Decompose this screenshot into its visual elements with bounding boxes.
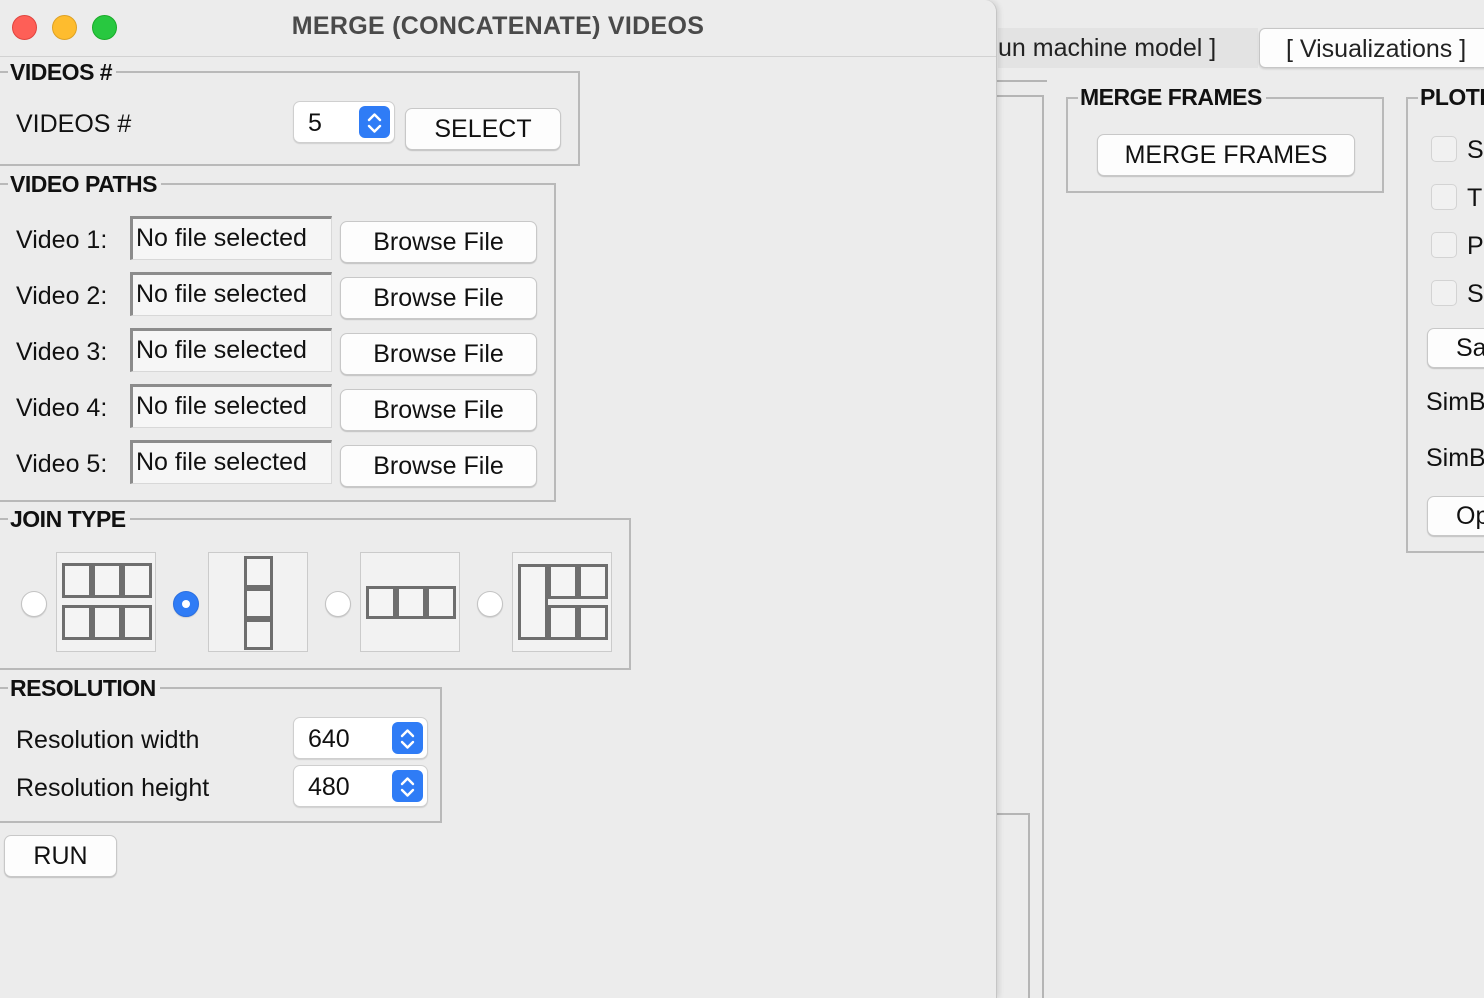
- video-4-label: Video 4:: [16, 394, 108, 422]
- video-3-path-field: No file selected: [130, 328, 332, 372]
- resolution-width-stepper[interactable]: 640: [293, 717, 428, 759]
- video-5-label: Video 5:: [16, 450, 108, 478]
- video-1-path-field: No file selected: [130, 216, 332, 260]
- background-divider: [1028, 813, 1030, 998]
- plot-checkbox-4[interactable]: [1431, 280, 1457, 306]
- plot-simb-label-1: SimB: [1426, 388, 1484, 416]
- videos-count-stepper[interactable]: 5: [293, 101, 395, 143]
- mixed-mosaic-layout-icon[interactable]: [512, 552, 612, 652]
- resolution-width-label: Resolution width: [16, 726, 200, 754]
- plot-save-button[interactable]: Sa: [1427, 328, 1484, 368]
- video-paths-group-title: VIDEO PATHS: [8, 171, 161, 198]
- window-title: MERGE (CONCATENATE) VIDEOS: [291, 12, 705, 40]
- join-type-radio-mosaic[interactable]: [21, 591, 47, 617]
- tab-visualizations[interactable]: [ Visualizations ]: [1259, 28, 1484, 68]
- horizontal-row-layout-icon[interactable]: [360, 552, 460, 652]
- plot-checkbox-3-label: P: [1467, 232, 1484, 260]
- plot-checkbox-1-label: S: [1467, 136, 1484, 164]
- video-5-browse-button[interactable]: Browse File: [340, 445, 537, 487]
- resolution-width-value: 640: [308, 725, 350, 753]
- background-divider: [997, 80, 1047, 82]
- videos-count-label: VIDEOS #: [16, 110, 132, 138]
- plot-checkbox-3[interactable]: [1431, 232, 1457, 258]
- tab-run-machine-model[interactable]: un machine model ]: [998, 28, 1258, 68]
- mosaic-layout-icon[interactable]: [56, 552, 156, 652]
- plot-simb-label-2: SimB: [1426, 444, 1484, 472]
- resolution-height-stepper[interactable]: 480: [293, 765, 428, 807]
- stepper-arrows-icon[interactable]: [392, 770, 423, 802]
- video-4-browse-button[interactable]: Browse File: [340, 389, 537, 431]
- resolution-height-value: 480: [308, 773, 350, 801]
- plot-group: [1406, 97, 1484, 553]
- vertical-stack-layout-icon[interactable]: [208, 552, 308, 652]
- plot-checkbox-1[interactable]: [1431, 136, 1457, 162]
- video-2-browse-button[interactable]: Browse File: [340, 277, 537, 319]
- resolution-height-label: Resolution height: [16, 774, 210, 802]
- stepper-arrows-icon[interactable]: [359, 106, 390, 138]
- select-button[interactable]: SELECT: [405, 108, 561, 150]
- plot-open-button[interactable]: Op: [1427, 496, 1484, 536]
- video-1-browse-button[interactable]: Browse File: [340, 221, 537, 263]
- video-4-path-field: No file selected: [130, 384, 332, 428]
- videos-count-group-title: VIDEOS #: [8, 59, 117, 86]
- run-button[interactable]: RUN: [4, 835, 117, 877]
- plot-checkbox-4-label: S: [1467, 280, 1484, 308]
- background-divider: [1042, 95, 1044, 998]
- join-type-radio-horizontal[interactable]: [325, 591, 351, 617]
- resolution-group-title: RESOLUTION: [8, 675, 160, 702]
- merge-frames-group-title: MERGE FRAMES: [1078, 84, 1266, 111]
- background-divider: [997, 813, 1030, 815]
- join-type-radio-mixed[interactable]: [477, 591, 503, 617]
- video-1-label: Video 1:: [16, 226, 108, 254]
- join-type-group-title: JOIN TYPE: [8, 506, 130, 533]
- video-2-path-field: No file selected: [130, 272, 332, 316]
- background-divider: [997, 95, 1044, 97]
- video-5-path-field: No file selected: [130, 440, 332, 484]
- video-3-label: Video 3:: [16, 338, 108, 366]
- videos-count-value: 5: [308, 109, 322, 137]
- join-type-radio-vertical[interactable]: [173, 591, 199, 617]
- merge-frames-button[interactable]: MERGE FRAMES: [1097, 134, 1355, 176]
- plot-checkbox-2[interactable]: [1431, 184, 1457, 210]
- plot-checkbox-2-label: T: [1467, 184, 1483, 212]
- stepper-arrows-icon[interactable]: [392, 722, 423, 754]
- video-3-browse-button[interactable]: Browse File: [340, 333, 537, 375]
- plot-group-title: PLOTI: [1418, 84, 1484, 111]
- video-2-label: Video 2:: [16, 282, 108, 310]
